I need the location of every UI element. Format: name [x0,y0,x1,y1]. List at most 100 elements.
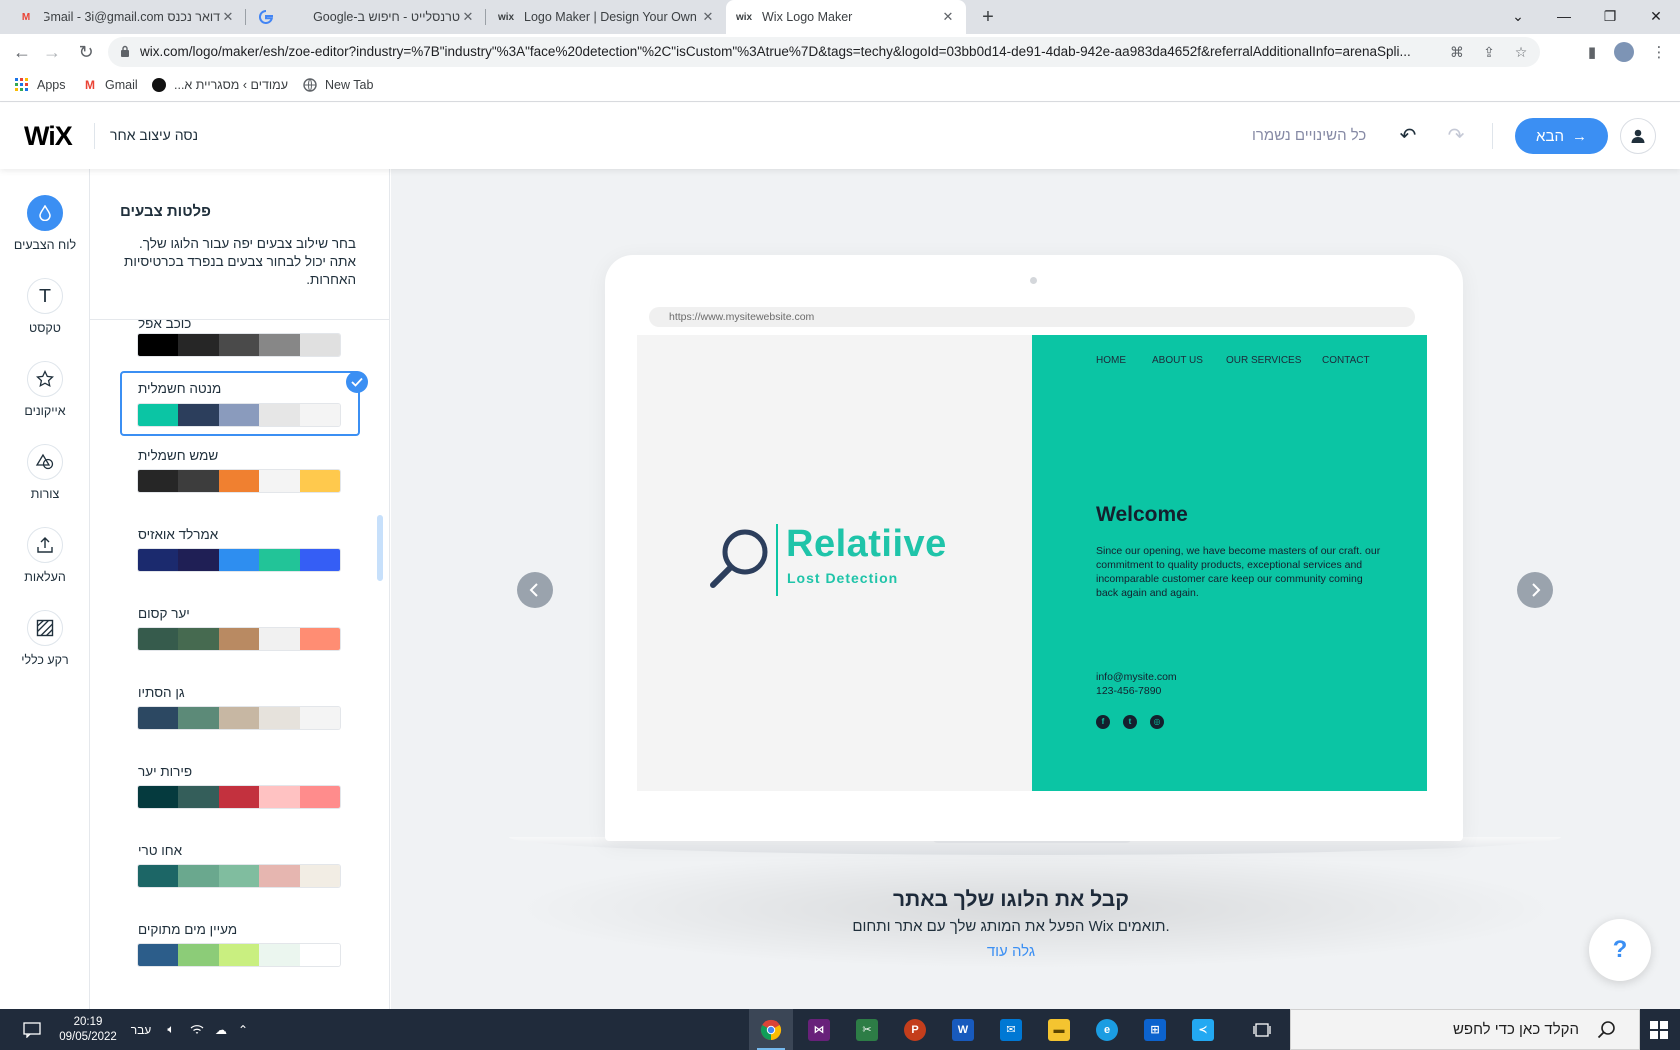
palette-item[interactable]: אחו טרי [120,843,360,903]
color-swatch [138,404,179,426]
palette-swatches [138,628,340,650]
tab-search-icon[interactable]: ⌄ [1495,0,1541,34]
visual-studio-icon[interactable]: ⋈ [797,1009,841,1050]
palette-item[interactable]: כוכב אפל [120,320,360,360]
rail-item-text[interactable]: T טקסט [0,278,90,335]
try-other-design-link[interactable]: נסה עיצוב אחר [110,127,198,143]
taskbar-search-input[interactable]: הקלד כאן כדי לחפש [1290,1009,1640,1050]
edge-icon[interactable]: e [1085,1009,1129,1050]
panel-scrollbar[interactable] [377,515,383,581]
file-explorer-icon[interactable]: ▬ [1037,1009,1081,1050]
tab-title: טרנסלייט - חיפוש ב-Google [313,10,460,24]
bookmark-apps[interactable]: Apps [14,77,66,93]
palette-name: מעיין מים מתוקים [138,922,238,937]
palette-item[interactable]: אמרלד אואזיס [120,527,360,587]
search-placeholder: הקלד כאן כדי לחפש [1452,1021,1579,1038]
minimize-button[interactable]: — [1541,0,1587,34]
color-swatch [259,628,300,650]
color-swatch [259,404,300,426]
store-icon[interactable]: ⊞ [1133,1009,1177,1050]
rail-label: רקע כללי [21,653,69,667]
forward-button[interactable]: → [40,40,64,64]
mail-icon[interactable]: ✉ [989,1009,1033,1050]
rail-item-uploads[interactable]: העלאות [0,527,90,584]
palette-item[interactable]: מעיין מים מתוקים [120,922,360,982]
address-bar[interactable]: wix.com/logo/maker/esh/zoe-editor?indust… [108,37,1540,67]
word-icon[interactable]: W [941,1009,985,1050]
mock-email: info@mysite.com [1096,671,1177,683]
previous-mockup-arrow[interactable] [517,572,553,608]
snip-tool-icon[interactable]: ✂ [845,1009,889,1050]
color-swatch [218,628,260,650]
tab-google-translate[interactable]: טרנסלייט - חיפוש ב-Google ✕ [248,0,486,34]
translate-icon[interactable]: ⌘ [1448,44,1466,60]
redo-icon[interactable]: ↷ [1445,125,1467,147]
color-swatch [138,707,179,729]
volume-icon[interactable]: 🔈︎ [160,1009,182,1050]
wix-logo[interactable]: WiX [24,121,73,152]
editor-header: WiX נסה עיצוב אחר כל השינויים נשמרו ↶ ↷ … [0,103,1680,169]
back-button[interactable]: ← [10,40,34,64]
onedrive-icon[interactable]: ☁︎ [210,1009,232,1050]
wifi-icon[interactable] [186,1009,208,1050]
panel-description: בחר שילוב צבעים יפה עבור הלוגו שלך. אתה … [124,236,356,287]
tab-wix-logo-maker[interactable]: wix Wix Logo Maker ✕ [726,0,966,34]
tab-logo-maker[interactable]: wix Logo Maker | Design Your Own B ✕ [488,0,726,34]
help-button[interactable]: ? [1589,919,1651,981]
rail-item-background[interactable]: רקע כללי [0,610,90,667]
bookmark-gmail[interactable]: M Gmail [82,77,138,93]
rail-item-color-palette[interactable]: לוח הצבעים [0,195,90,252]
palette-item[interactable]: פירות יער [120,764,360,824]
share-icon[interactable]: ⇪ [1480,44,1498,60]
task-view-icon[interactable] [1240,1009,1284,1050]
side-panel-icon[interactable]: ▮ [1581,42,1603,64]
tab-gmail[interactable]: M דואר נכנס Gmail - 3i@gmail.com ✕ [8,0,246,34]
vscode-icon[interactable]: ≺ [1181,1009,1225,1050]
palette-name: אחו טרי [138,843,183,858]
rail-item-shapes[interactable]: צורות [0,444,90,501]
color-swatch [178,628,219,650]
bookmark-pages[interactable]: עמודים › מסגריית א... [151,77,288,93]
close-icon[interactable]: ✕ [940,9,956,25]
palette-item[interactable]: יער קסום [120,606,360,666]
close-window-button[interactable]: ✕ [1633,0,1679,34]
color-swatch [299,707,340,729]
menu-kebab-icon[interactable]: ⋮ [1648,42,1670,64]
next-button[interactable]: הבא → [1515,118,1608,154]
browser-tab-strip: M דואר נכנס Gmail - 3i@gmail.com ✕ טרנסל… [0,0,1680,34]
gmail-icon: M [21,11,31,23]
windows-start-icon[interactable] [1638,1009,1680,1050]
bookmark-star-icon[interactable]: ☆ [1512,44,1530,60]
reload-button[interactable]: ↻ [74,40,98,64]
undo-icon[interactable]: ↶ [1397,125,1419,147]
close-icon[interactable]: ✕ [220,9,236,25]
show-hidden-icons-icon[interactable]: ⌃ [234,1009,252,1050]
color-swatch [259,707,300,729]
palette-swatches [138,549,340,571]
color-swatch [218,404,260,426]
learn-more-link[interactable]: גלה עוד [861,943,1161,960]
bookmark-new-tab[interactable]: New Tab [302,77,373,93]
color-swatch [178,404,219,426]
palette-item-selected[interactable]: מנטה חשמלית [120,371,360,436]
color-swatch [178,865,219,887]
user-account-button[interactable] [1620,118,1656,154]
color-swatch [259,786,300,808]
new-tab-button[interactable]: + [975,4,1001,30]
rail-label: לוח הצבעים [13,238,77,252]
color-swatch [178,470,219,492]
palette-item[interactable]: גן הסתיו [120,685,360,745]
next-mockup-arrow[interactable] [1517,572,1553,608]
clock[interactable]: 20:19 09/05/2022 [58,1009,118,1050]
palette-item[interactable]: שמש חשמלית [120,448,360,508]
powerpoint-icon[interactable]: P [893,1009,937,1050]
color-swatch [299,786,340,808]
language-indicator[interactable]: עבר [124,1009,158,1050]
notification-center-icon[interactable] [12,1009,52,1050]
chrome-taskbar-icon[interactable] [749,1009,793,1050]
profile-avatar[interactable] [1614,42,1636,64]
rail-item-icons[interactable]: אייקונים [0,361,90,418]
close-icon[interactable]: ✕ [460,9,476,25]
close-icon[interactable]: ✕ [700,9,716,25]
restore-button[interactable]: ❐ [1587,0,1633,34]
